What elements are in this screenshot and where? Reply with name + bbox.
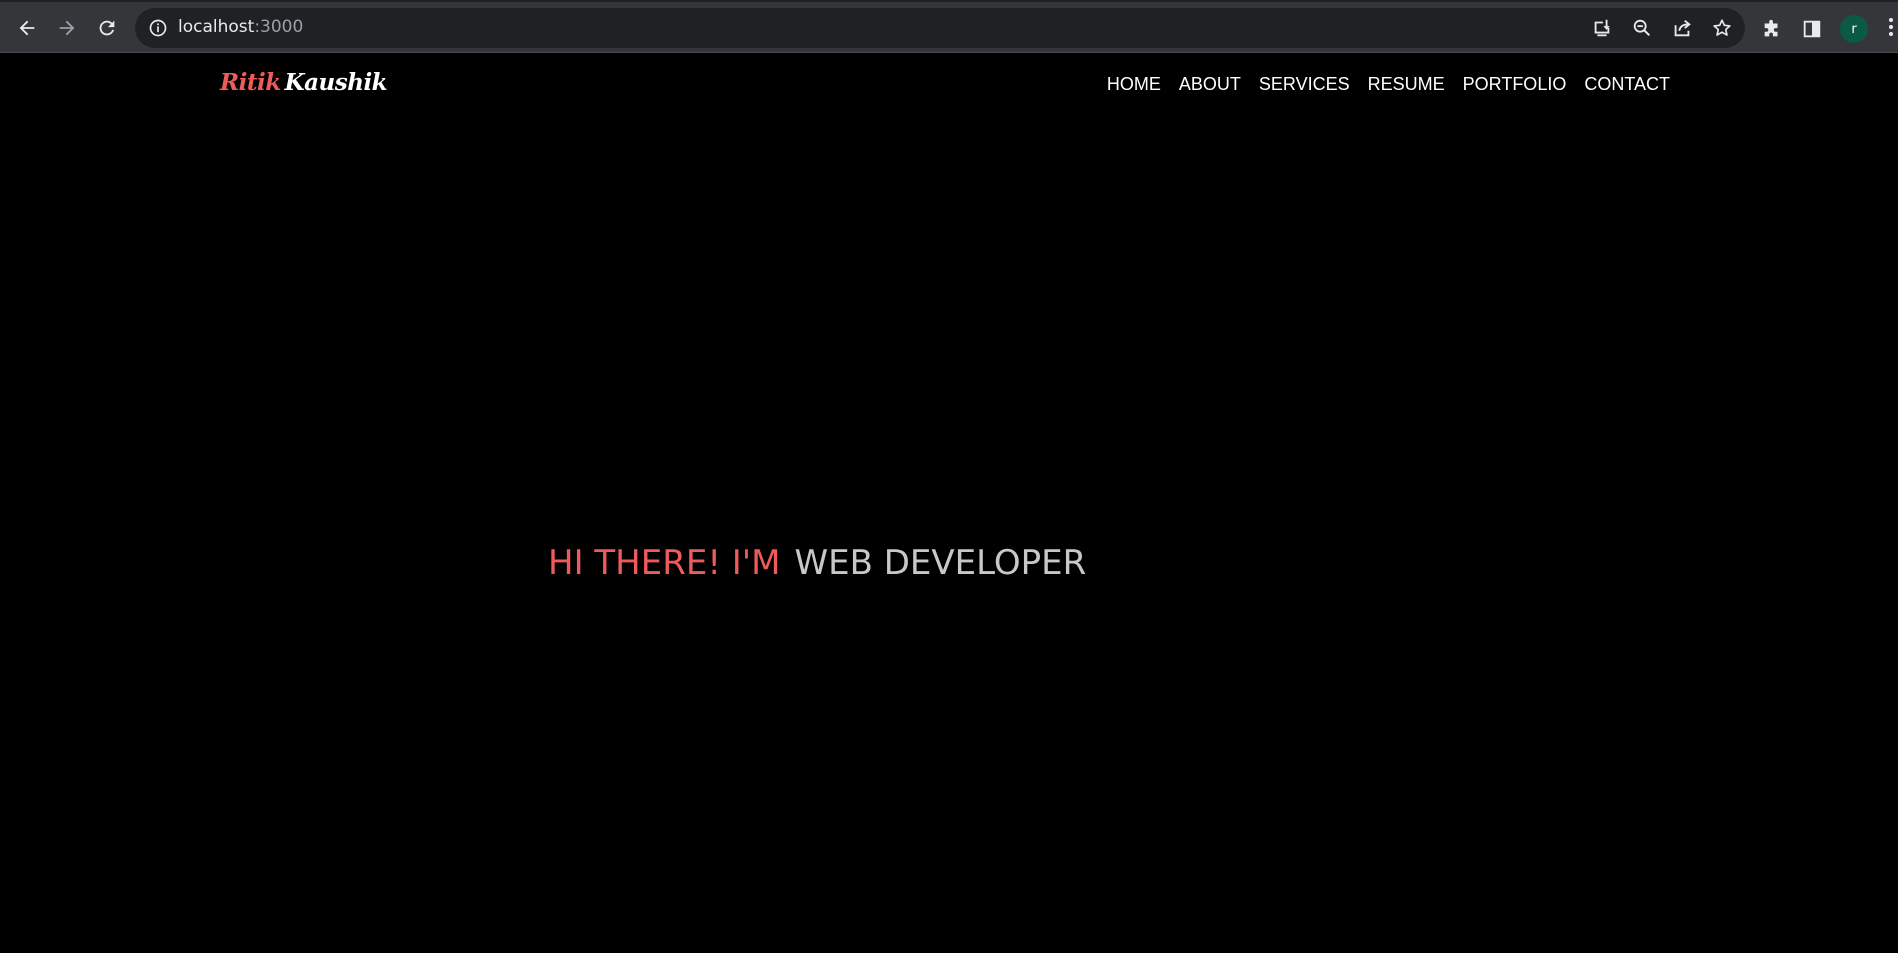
star-bookmark-icon bbox=[1713, 19, 1731, 36]
back-arrow-icon bbox=[19, 20, 35, 36]
hero-heading: HI THERE! I'M WEB DEVELOPER bbox=[548, 543, 1086, 583]
page-content: Ritik Kaushik HOME ABOUT SERVICES RESUME … bbox=[0, 53, 1898, 953]
logo-last-name: Kaushik bbox=[284, 69, 388, 96]
logo-first-name: Ritik bbox=[220, 69, 281, 96]
hero-role: WEB DEVELOPER bbox=[794, 543, 1087, 583]
nav-link-contact[interactable]: CONTACT bbox=[1584, 74, 1670, 95]
site-info-icon[interactable] bbox=[148, 18, 168, 38]
site-logo[interactable]: Ritik Kaushik bbox=[220, 69, 388, 96]
install-app-button[interactable] bbox=[1590, 16, 1614, 40]
puzzle-extensions-icon bbox=[1764, 19, 1778, 37]
side-panel-icon bbox=[1803, 20, 1821, 38]
reload-icon bbox=[99, 20, 115, 36]
nav-link-about[interactable]: ABOUT bbox=[1179, 74, 1241, 95]
address-bar[interactable]: localhost:3000 bbox=[135, 8, 1745, 48]
kebab-menu-icon[interactable] bbox=[1886, 18, 1896, 42]
url-port: :3000 bbox=[254, 17, 304, 37]
side-panel-button[interactable] bbox=[1799, 16, 1825, 42]
share-icon bbox=[1674, 19, 1691, 37]
forward-arrow-icon bbox=[59, 20, 75, 36]
reload-button[interactable] bbox=[90, 11, 124, 45]
forward-button[interactable] bbox=[50, 11, 84, 45]
browser-toolbar: localhost:3000 r bbox=[0, 0, 1898, 53]
main-nav: HOME ABOUT SERVICES RESUME PORTFOLIO CON… bbox=[1089, 74, 1670, 95]
nav-link-home[interactable]: HOME bbox=[1107, 74, 1161, 95]
nav-link-services[interactable]: SERVICES bbox=[1259, 74, 1350, 95]
profile-avatar[interactable]: r bbox=[1840, 15, 1868, 43]
extensions-button[interactable] bbox=[1759, 16, 1785, 42]
url-host: localhost bbox=[178, 17, 255, 37]
share-button[interactable] bbox=[1670, 16, 1694, 40]
url-text[interactable]: localhost:3000 bbox=[178, 17, 303, 37]
zoom-out-icon bbox=[1633, 19, 1651, 37]
nav-link-portfolio[interactable]: PORTFOLIO bbox=[1463, 74, 1567, 95]
back-button[interactable] bbox=[10, 11, 44, 45]
zoom-button[interactable] bbox=[1630, 16, 1654, 40]
bookmark-button[interactable] bbox=[1710, 16, 1734, 40]
nav-link-resume[interactable]: RESUME bbox=[1368, 74, 1445, 95]
install-app-icon bbox=[1594, 19, 1610, 37]
hero-greeting: HI THERE! I'M bbox=[548, 543, 781, 583]
